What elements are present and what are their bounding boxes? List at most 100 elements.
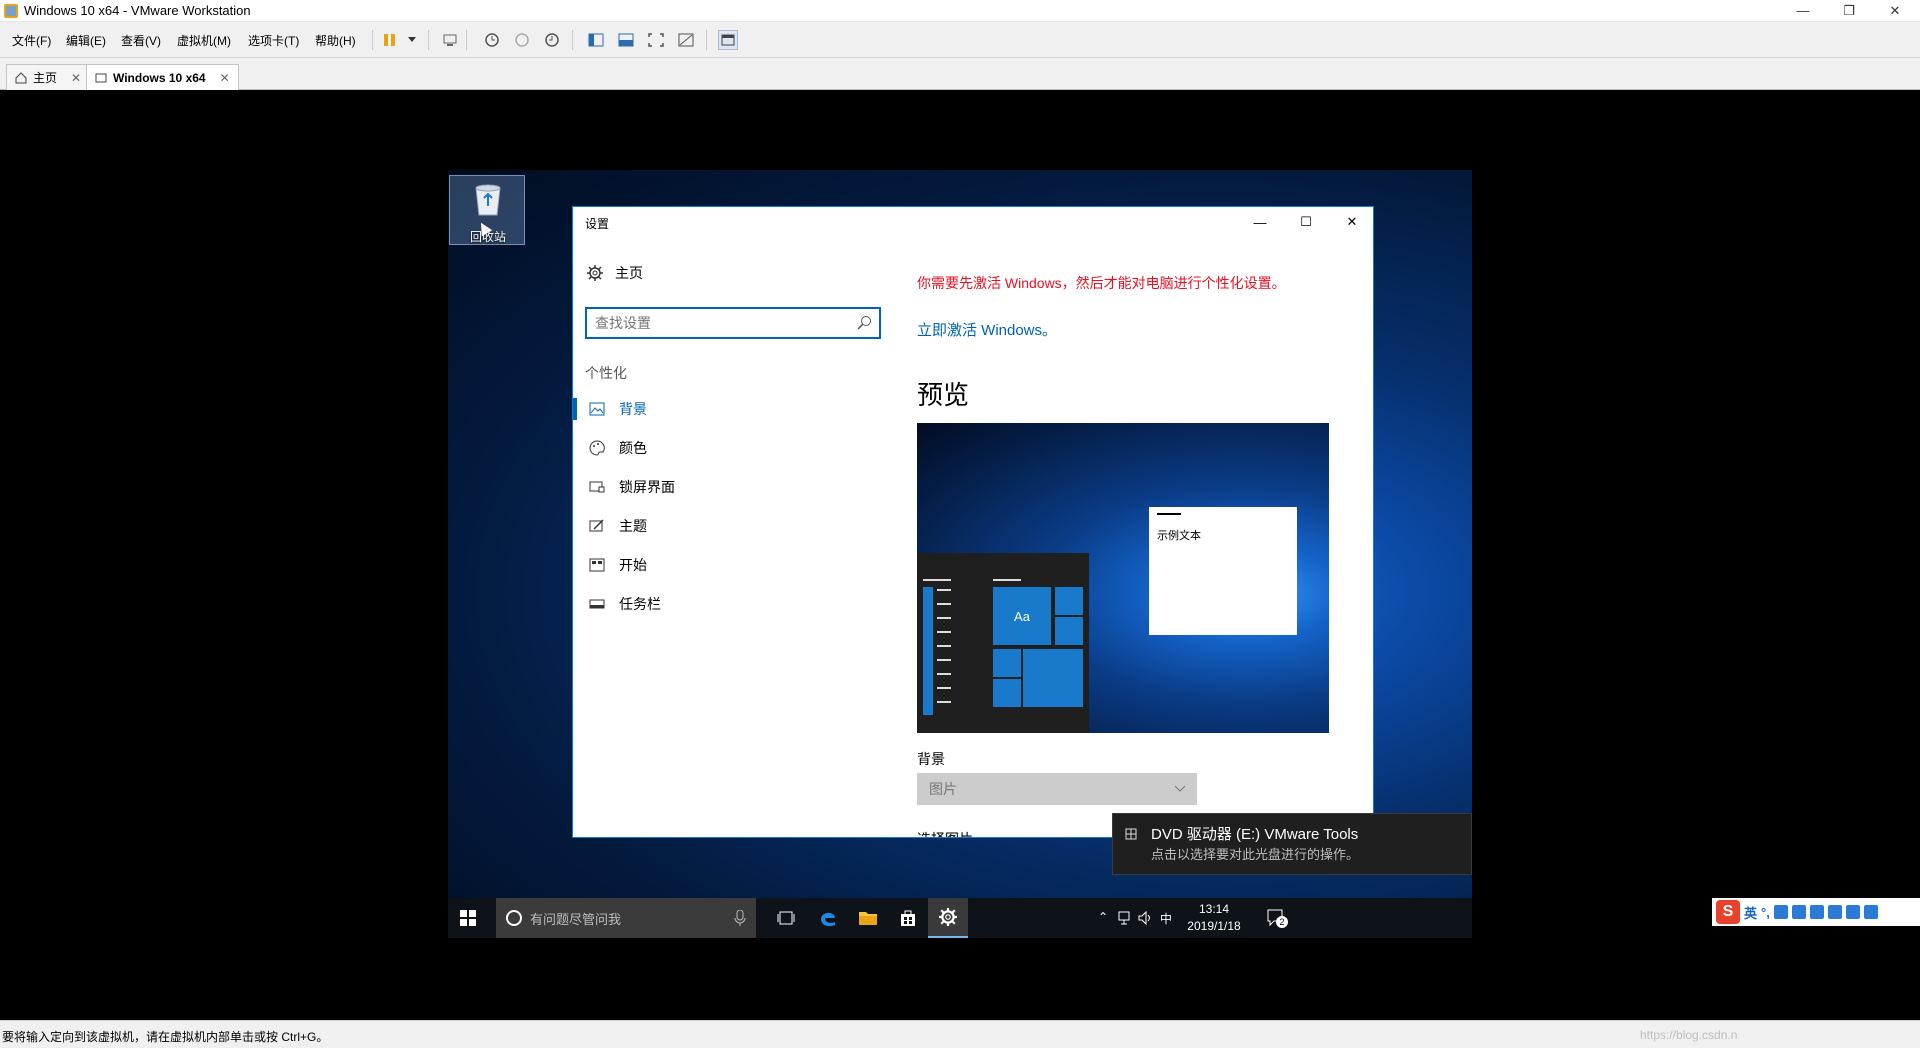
recycle-bin-shortcut[interactable]: 回收站 bbox=[449, 175, 525, 245]
snapshot-icon[interactable] bbox=[482, 30, 502, 50]
guest-desktop[interactable]: 回收站 设置 — ☐ ✕ 主页 个性化 背景 颜色 bbox=[448, 170, 1472, 938]
microphone-icon[interactable] bbox=[734, 910, 746, 926]
emoji-icon[interactable] bbox=[1773, 905, 1788, 919]
recycle-bin-icon bbox=[475, 184, 501, 216]
volume-icon[interactable] bbox=[1138, 910, 1152, 928]
cortana-icon bbox=[506, 910, 522, 926]
task-view-button[interactable] bbox=[766, 898, 806, 938]
revert-snapshot-icon[interactable] bbox=[512, 30, 532, 50]
restore-button[interactable]: ❐ bbox=[1826, 0, 1872, 22]
preview-menu-line bbox=[937, 617, 951, 619]
notification-count-badge: 2 bbox=[1276, 916, 1288, 928]
keyboard-icon[interactable] bbox=[1809, 905, 1824, 919]
settings-window: 设置 — ☐ ✕ 主页 个性化 背景 颜色 锁屏界面 bbox=[572, 206, 1374, 838]
skin-icon[interactable] bbox=[1845, 905, 1860, 919]
preview-menu-line bbox=[937, 701, 951, 703]
nav-item-label: 主题 bbox=[619, 518, 647, 534]
nav-item-background[interactable]: 背景 bbox=[573, 389, 883, 429]
theme-icon bbox=[589, 519, 604, 532]
toast-title: DVD 驱动器 (E:) VMware Tools bbox=[1151, 826, 1359, 843]
close-button[interactable]: ✕ bbox=[1872, 0, 1918, 22]
preview-title-line bbox=[1157, 513, 1181, 515]
settings-title: 设置 bbox=[585, 217, 610, 231]
menu-edit[interactable]: 编辑(E) bbox=[66, 32, 106, 49]
menu-vm[interactable]: 虚拟机(M) bbox=[177, 32, 231, 49]
chevron-down-icon[interactable] bbox=[402, 30, 422, 50]
menu-file[interactable]: 文件(F) bbox=[12, 32, 51, 49]
minimize-button[interactable]: — bbox=[1780, 0, 1826, 22]
search-icon[interactable] bbox=[857, 315, 873, 331]
gear-icon bbox=[587, 265, 603, 281]
menu-view[interactable]: 查看(V) bbox=[121, 32, 161, 49]
action-center-button[interactable]: 2 bbox=[1266, 908, 1288, 928]
background-dropdown[interactable]: 图片 bbox=[917, 773, 1197, 805]
clock[interactable]: 13:14 2019/1/18 bbox=[1184, 901, 1244, 935]
nav-item-label: 颜色 bbox=[619, 440, 647, 456]
preview-tile bbox=[993, 649, 1021, 677]
snapshot-manager-icon[interactable] bbox=[542, 30, 562, 50]
sogou-logo-icon[interactable]: S bbox=[1716, 900, 1740, 924]
activation-warning: 你需要先激活 Windows，然后才能对电脑进行个性化设置。 bbox=[917, 275, 1286, 291]
preview-menu-line bbox=[937, 645, 951, 647]
tab-windows-10-x64[interactable]: Windows 10 x64 ✕ bbox=[86, 64, 239, 90]
edge-button[interactable] bbox=[808, 898, 848, 938]
settings-search[interactable] bbox=[585, 307, 881, 339]
tab-label: Windows 10 x64 bbox=[113, 70, 206, 85]
close-icon[interactable]: ✕ bbox=[71, 71, 81, 85]
nav-item-label: 背景 bbox=[619, 401, 647, 417]
settings-close-button[interactable]: ✕ bbox=[1329, 207, 1373, 237]
ime-language-toggle[interactable]: 英 bbox=[1744, 903, 1757, 922]
settings-minimize-button[interactable]: — bbox=[1237, 207, 1283, 237]
image-icon bbox=[589, 402, 605, 416]
user-icon[interactable] bbox=[1827, 905, 1842, 919]
settings-maximize-button[interactable]: ☐ bbox=[1283, 207, 1329, 237]
cortana-search-box[interactable]: 有问题尽管问我 bbox=[496, 898, 756, 938]
toast-body: 点击以选择要对此光盘进行的操作。 bbox=[1151, 847, 1360, 862]
menu-bar: 文件(F) 编辑(E) 查看(V) 虚拟机(M) 选项卡(T) 帮助(H) bbox=[0, 22, 1920, 58]
windows-logo-icon bbox=[460, 910, 476, 926]
close-icon[interactable]: ✕ bbox=[220, 71, 230, 85]
settings-taskbar-button[interactable] bbox=[928, 898, 968, 938]
host-ime-toolbar: S 英 °, bbox=[1712, 898, 1920, 926]
pause-icon[interactable] bbox=[380, 30, 400, 50]
nav-item-taskbar[interactable]: 任务栏 bbox=[573, 584, 883, 624]
preview-menu-line bbox=[937, 659, 951, 661]
nav-home[interactable]: 主页 bbox=[587, 263, 643, 283]
background-label: 背景 bbox=[917, 751, 945, 767]
clock-date: 2019/1/18 bbox=[1187, 919, 1241, 933]
unity-icon[interactable] bbox=[676, 30, 696, 50]
toolbox-icon[interactable] bbox=[1863, 905, 1878, 919]
show-hidden-icons-icon[interactable]: ⌃ bbox=[1098, 910, 1108, 924]
menu-tabs[interactable]: 选项卡(T) bbox=[248, 32, 299, 49]
menu-help[interactable]: 帮助(H) bbox=[315, 32, 356, 49]
search-input[interactable] bbox=[587, 309, 847, 337]
activate-windows-link[interactable]: 立即激活 Windows。 bbox=[917, 319, 1057, 340]
edge-icon bbox=[821, 912, 835, 927]
preview-menu-line bbox=[923, 579, 951, 581]
dvd-notification-toast[interactable]: DVD 驱动器 (E:) VMware Tools 点击以选择要对此光盘进行的操… bbox=[1112, 813, 1472, 875]
nav-item-themes[interactable]: 主题 bbox=[573, 506, 883, 546]
nav-item-lock-screen[interactable]: 锁屏界面 bbox=[573, 467, 883, 507]
fullscreen-icon[interactable] bbox=[646, 30, 666, 50]
send-ctrl-alt-del-icon[interactable] bbox=[440, 30, 460, 50]
punctuation-icon[interactable]: °, bbox=[1761, 905, 1770, 920]
tab-home[interactable]: 主页 ✕ bbox=[6, 64, 91, 90]
library-view-icon[interactable] bbox=[586, 30, 606, 50]
palette-icon bbox=[589, 440, 605, 456]
file-explorer-button[interactable] bbox=[848, 898, 888, 938]
nav-item-start[interactable]: 开始 bbox=[573, 545, 883, 585]
ime-indicator[interactable]: 中 bbox=[1160, 910, 1172, 927]
taskbar-icon bbox=[589, 599, 605, 609]
nav-item-colors[interactable]: 颜色 bbox=[573, 428, 883, 468]
view-options-icon[interactable] bbox=[718, 30, 738, 50]
start-button[interactable] bbox=[448, 898, 488, 938]
preview-image: 示例文本 Aa bbox=[917, 423, 1329, 733]
voice-input-icon[interactable] bbox=[1791, 905, 1806, 919]
console-view-icon[interactable] bbox=[616, 30, 636, 50]
preview-sample-text: 示例文本 bbox=[1157, 530, 1201, 542]
store-button[interactable] bbox=[888, 898, 928, 938]
nav-item-label: 开始 bbox=[619, 557, 647, 573]
network-icon[interactable] bbox=[1118, 911, 1132, 928]
choose-picture-label: 选择图片 bbox=[917, 829, 973, 837]
window-title: Windows 10 x64 - VMware Workstation bbox=[24, 3, 251, 18]
